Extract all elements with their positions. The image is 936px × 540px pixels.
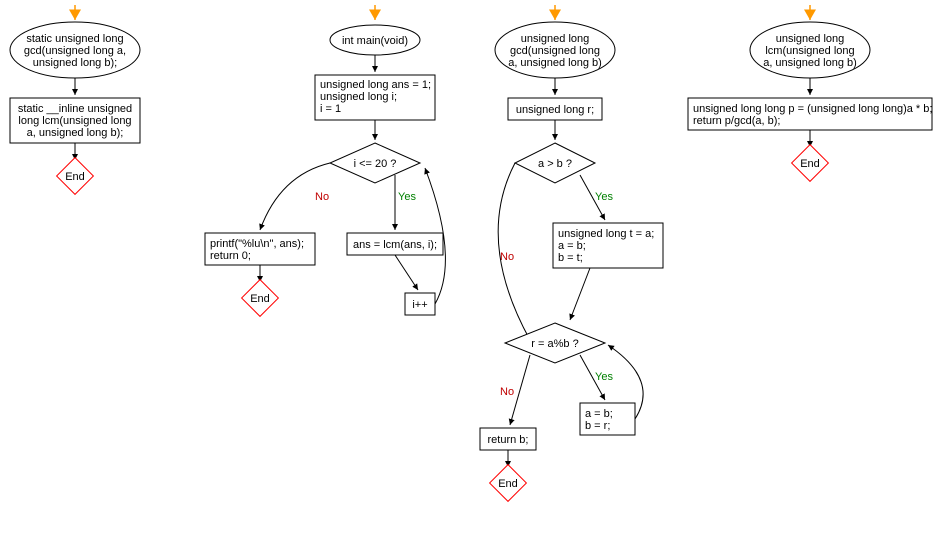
- box-text-3-yes2-line2: b = r;: [585, 420, 610, 432]
- box-text-3-yes1-line2: a = b;: [558, 240, 586, 252]
- yes-label-2: Yes: [398, 191, 416, 203]
- start-text-2: int main(void): [342, 35, 408, 47]
- box-text-2-1-line1: unsigned long ans = 1;: [320, 79, 431, 91]
- end-text-3: End: [498, 478, 518, 490]
- end-text-2: End: [250, 293, 270, 305]
- decision-text-2-1: i <= 20 ?: [354, 158, 397, 170]
- no-label-3-1: No: [500, 251, 514, 263]
- no-label-3-2: No: [500, 386, 514, 398]
- start-text-3-line3: a, unsigned long b): [508, 57, 602, 69]
- box-text-2-1-line3: i = 1: [320, 103, 341, 115]
- arrow-3-3: [570, 268, 590, 320]
- box-text-3-1: unsigned long r;: [516, 104, 594, 116]
- box-text-2-no-line2: return 0;: [210, 250, 251, 262]
- box-text-2-yes: ans = lcm(ans, i);: [353, 239, 437, 251]
- box-text-4-1-line1: unsigned long long p = (unsigned long lo…: [693, 103, 932, 115]
- box-text-2-inc: i++: [412, 299, 427, 311]
- box-text-3-yes2-line1: a = b;: [585, 408, 613, 420]
- yes-label-3-1: Yes: [595, 191, 613, 203]
- start-text-3-line1: unsigned long: [521, 33, 590, 45]
- box-text-2-no-line1: printf("%lu\n", ans);: [210, 238, 304, 250]
- start-text-4-line1: unsigned long: [776, 33, 845, 45]
- box-text-2-1-line2: unsigned long i;: [320, 91, 397, 103]
- flowchart-diagram: static unsigned long gcd(unsigned long a…: [0, 0, 936, 540]
- box-text-3-yes1-line3: b = t;: [558, 252, 583, 264]
- start-text-1-line3: unsigned long b);: [33, 57, 117, 69]
- box-text-4-1-line2: return p/gcd(a, b);: [693, 115, 780, 127]
- decision-text-3-1: a > b ?: [538, 158, 572, 170]
- box-text-1-1-line2: long lcm(unsigned long: [18, 115, 131, 127]
- box-text-3-return: return b;: [488, 434, 529, 446]
- yes-label-3-2: Yes: [595, 371, 613, 383]
- box-text-3-yes1-line1: unsigned long t = a;: [558, 228, 654, 240]
- end-text-4: End: [800, 158, 820, 170]
- start-text-3-line2: gcd(unsigned long: [510, 45, 600, 57]
- box-text-1-1-line1: static __inline unsigned: [18, 103, 132, 115]
- start-text-4-line3: a, unsigned long b): [763, 57, 857, 69]
- no-label-2: No: [315, 191, 329, 203]
- arrow-2-inc: [395, 255, 418, 290]
- start-text-1-line2: gcd(unsigned long a,: [24, 45, 126, 57]
- start-text-4-line2: lcm(unsigned long: [765, 45, 854, 57]
- box-text-1-1-line3: a, unsigned long b);: [27, 127, 124, 139]
- start-text-1-line1: static unsigned long: [26, 33, 123, 45]
- decision-text-3-2: r = a%b ?: [531, 338, 578, 350]
- end-text-1: End: [65, 171, 85, 183]
